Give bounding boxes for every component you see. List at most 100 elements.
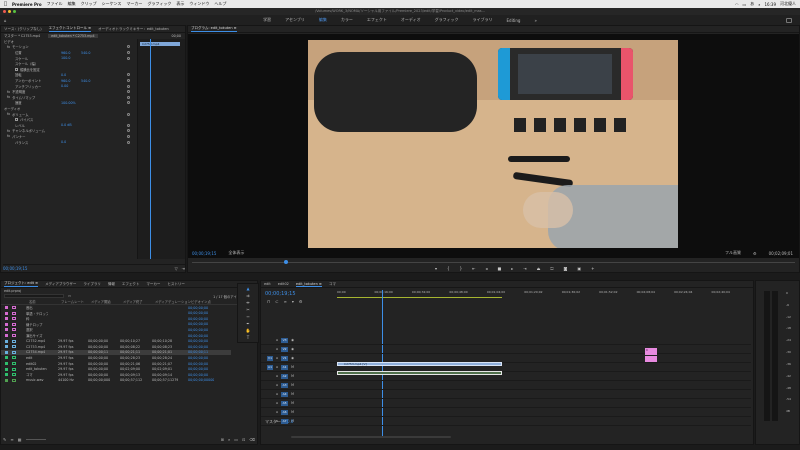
automate-icon[interactable]: ⊞	[221, 437, 224, 442]
work-area-bar[interactable]	[337, 297, 502, 298]
step-forward-icon[interactable]: ▸	[511, 266, 513, 271]
home-icon[interactable]: ⌂	[4, 18, 7, 23]
fx-icon[interactable]: fx	[7, 90, 10, 94]
mute-icon[interactable]: M	[291, 365, 294, 369]
keyframe-toggle-icon[interactable]	[127, 45, 130, 49]
col-duration[interactable]: メディアデュレーション	[155, 299, 191, 304]
input-method-icon[interactable]: あ	[750, 1, 754, 7]
keyframe-toggle-icon[interactable]	[127, 129, 130, 133]
wifi-icon[interactable]: ◠	[735, 2, 739, 7]
menu-item-edit[interactable]: 編集	[68, 1, 76, 7]
tab-markers[interactable]: マーカー	[146, 282, 160, 287]
col-fps[interactable]: フレームレート	[61, 299, 84, 304]
keyframe-toggle-icon[interactable]	[127, 123, 130, 127]
quick-export-icon[interactable]	[786, 17, 792, 23]
tab-history[interactable]: ヒストリー	[167, 282, 185, 287]
extract-icon[interactable]: ⏍	[550, 266, 553, 271]
list-view-icon[interactable]: ≡	[10, 437, 13, 442]
track-name[interactable]: A5	[281, 400, 289, 406]
track-header[interactable]: ⌂ A2 M	[261, 372, 751, 381]
trash-icon[interactable]: ⌫	[249, 437, 255, 442]
track-name[interactable]: V2	[281, 346, 289, 352]
tab-media-browser[interactable]: メディアブラウザー	[45, 282, 76, 287]
keyframe-toggle-icon[interactable]	[127, 140, 130, 144]
monitor-scrub-bar[interactable]	[192, 260, 795, 264]
mark-out-icon[interactable]: }	[460, 266, 463, 271]
filter-icon[interactable]: ▽	[175, 266, 178, 271]
program-timecode[interactable]: 00;00;19;15	[192, 251, 216, 256]
keyframe-toggle-icon[interactable]	[127, 51, 130, 55]
fx-icon[interactable]: fx	[7, 129, 10, 133]
track-header[interactable]: ⌂ A6 M	[261, 408, 751, 417]
add-button-icon[interactable]: +	[591, 266, 594, 271]
mini-timeline-clip[interactable]: C2753.mp4	[140, 42, 180, 46]
minimize-window-button[interactable]	[8, 10, 11, 13]
workspace-libraries[interactable]: ライブラリ	[473, 17, 493, 23]
label-color-swatch[interactable]	[5, 367, 8, 371]
go-to-in-icon[interactable]: ⇤	[472, 266, 475, 271]
tab-source[interactable]: ソース：(クリップなし)	[4, 27, 42, 32]
label-color-swatch[interactable]	[5, 311, 8, 315]
track-name[interactable]: A1	[281, 364, 289, 370]
go-to-out-icon[interactable]: ⇥	[523, 266, 526, 271]
timeline-clip-graphic[interactable]: C	[645, 348, 657, 355]
video-frame[interactable]	[308, 40, 678, 248]
linked-icon[interactable]: ∞	[283, 299, 286, 304]
mute-icon[interactable]: M	[291, 374, 294, 378]
tab-libraries[interactable]: ライブラリ	[83, 282, 101, 287]
add-marker-tl-icon[interactable]: ▾	[292, 299, 294, 304]
hand-tool-icon[interactable]: ✋	[246, 328, 251, 333]
track-header[interactable]: A1 ⌂ A1 M	[261, 363, 751, 372]
workspace-learning[interactable]: 学習	[263, 17, 271, 23]
keyframe-toggle-icon[interactable]	[127, 84, 130, 88]
icon-view-icon[interactable]: ▦	[18, 437, 22, 442]
track-header[interactable]: ⌂ A7 M	[261, 417, 751, 426]
label-color-swatch[interactable]	[5, 373, 8, 377]
project-search-input[interactable]	[4, 294, 64, 299]
workspace-graphics[interactable]: グラフィック	[435, 17, 459, 23]
label-color-swatch[interactable]	[5, 328, 8, 332]
effect-controls-timecode[interactable]: 00;00;19;15	[3, 266, 27, 271]
mini-timeline[interactable]: C2753.mp4	[137, 39, 185, 259]
track-name[interactable]: A6	[281, 409, 289, 415]
menu-item-file[interactable]: ファイル	[47, 1, 63, 7]
clock[interactable]: 16:39	[764, 2, 776, 7]
stop-icon[interactable]: ■	[497, 266, 501, 271]
keyframe-toggle-icon[interactable]	[127, 79, 130, 83]
effect-row-value[interactable]: 960.0	[61, 79, 81, 83]
comparison-icon[interactable]: ▣	[577, 266, 581, 271]
tab-project[interactable]: プロジェクト: edit ≡	[4, 281, 39, 287]
close-window-button[interactable]	[3, 10, 6, 13]
fx-icon[interactable]: fx	[7, 45, 10, 49]
track-name[interactable]: A4	[281, 391, 289, 397]
timeline-clip-video[interactable]: C2753.mp4 [V]	[337, 362, 502, 366]
track-header[interactable]: ⌂ A4 M	[261, 390, 751, 399]
pencil-icon[interactable]: ✎	[3, 437, 6, 442]
fit-select[interactable]: 全体表示	[228, 250, 244, 256]
keyframe-toggle-icon[interactable]	[127, 134, 130, 138]
find-icon[interactable]: ⌕	[228, 437, 230, 442]
tab-seq-edit-tokuten[interactable]: edit_tokuten ≡	[295, 282, 322, 287]
source-patch[interactable]	[267, 338, 273, 343]
new-bin-icon[interactable]: ▭	[68, 294, 71, 298]
tab-effects[interactable]: エフェクト	[122, 282, 140, 287]
wrench-icon[interactable]: ⚙	[753, 251, 757, 256]
label-color-swatch[interactable]	[5, 339, 8, 343]
lock-icon[interactable]: ⌂	[276, 383, 278, 387]
new-item-icon[interactable]: ⊡	[242, 437, 245, 442]
keyframe-toggle-icon[interactable]	[127, 95, 130, 99]
label-color-swatch[interactable]	[5, 362, 8, 366]
menu-item-help[interactable]: ヘルプ	[214, 1, 226, 7]
timeline-zoom-scrollbar[interactable]	[291, 436, 451, 438]
label-color-swatch[interactable]	[5, 322, 8, 326]
track-header[interactable]: ⌂ V3 ◉	[261, 336, 751, 345]
col-end[interactable]: メディア終了	[123, 299, 145, 304]
lock-icon[interactable]: ⌂	[276, 347, 278, 351]
slip-tool-icon[interactable]: ⇿	[246, 314, 249, 319]
fx-icon[interactable]: fx	[7, 134, 10, 138]
mini-playhead[interactable]	[150, 39, 151, 259]
effect-row-value-2[interactable]: 540.0	[81, 51, 90, 55]
effect-row-value[interactable]: 0.0	[61, 140, 81, 144]
mute-icon[interactable]: M	[291, 383, 294, 387]
lock-icon[interactable]: ⌂	[276, 356, 278, 360]
